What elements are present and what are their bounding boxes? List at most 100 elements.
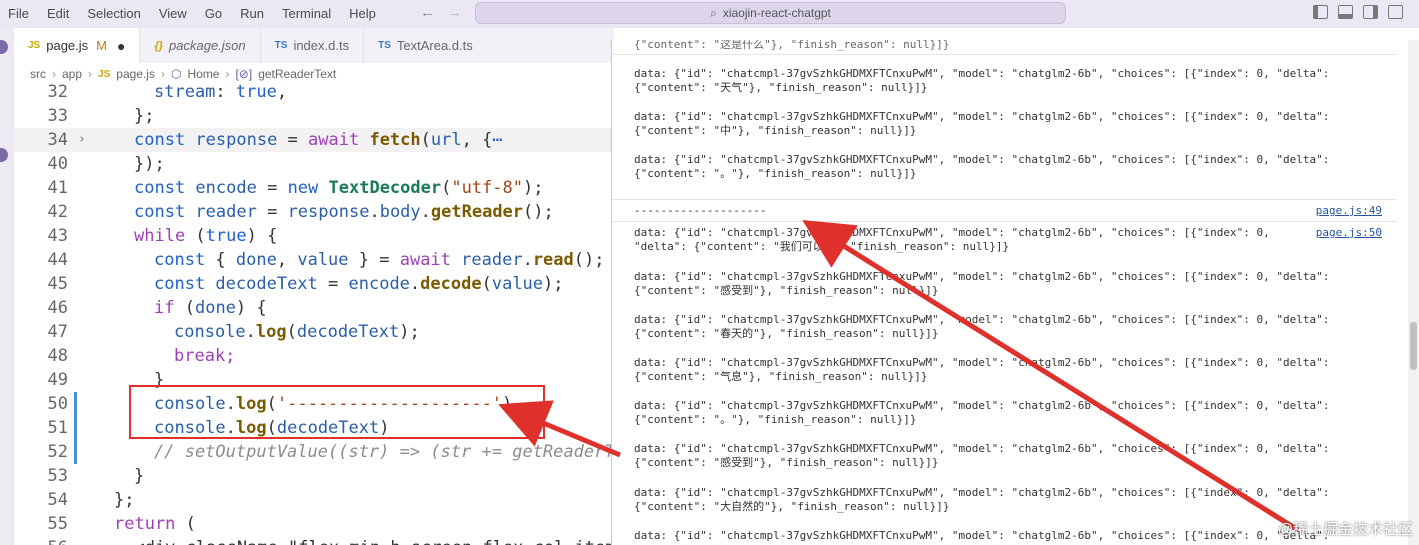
code-line: 46 if (done) { xyxy=(14,296,614,320)
console-separator-message[interactable]: -------------------- xyxy=(634,204,766,218)
code-token: }); xyxy=(134,154,165,174)
code-token: done xyxy=(194,298,236,318)
console-text: {"content": "。"}, "finish_reason": null}… xyxy=(634,167,917,180)
code-token: ); xyxy=(543,274,564,294)
line-number: 45 xyxy=(47,274,68,294)
source-link[interactable]: page.js:50 xyxy=(1316,226,1382,239)
breadcrumb-getreadertext[interactable]: getReaderText xyxy=(258,67,336,81)
code-line: 40}); xyxy=(14,152,614,176)
menu-view[interactable]: View xyxy=(150,0,196,28)
console-text: data: {"id": "chatcmpl-37gvSzhkGHDMXFTCn… xyxy=(634,356,1330,369)
code-token: ); xyxy=(399,322,420,342)
menu-terminal[interactable]: Terminal xyxy=(273,0,340,28)
line-number: 42 xyxy=(47,202,68,222)
chevron-right-icon: › xyxy=(160,67,165,81)
console-text: data: {"id": "chatcmpl-37gvSzhkGHDMXFTCn… xyxy=(634,442,1330,455)
menu-help[interactable]: Help xyxy=(340,0,385,28)
breadcrumb-file[interactable]: page.js xyxy=(116,67,155,81)
console-scrollbar[interactable] xyxy=(1408,40,1419,545)
code-token: encode xyxy=(348,274,410,294)
customize-layout-icon[interactable] xyxy=(1388,5,1403,19)
console-text: {"content": "气息"}, "finish_reason": null… xyxy=(634,370,928,383)
devtools-console[interactable]: {"content": "这是什么"}, "finish_reason": nu… xyxy=(611,40,1408,545)
menu-edit[interactable]: Edit xyxy=(38,0,78,28)
console-text: data: {"id": "chatcmpl-37gvSzhkGHDMXFTCn… xyxy=(634,399,1330,412)
console-message[interactable]: data: {"id": "chatcmpl-37gvSzhkGHDMXFTCn… xyxy=(634,270,1329,298)
folded-ellipsis[interactable]: ⋯ xyxy=(492,130,502,150)
toggle-panel-icon[interactable] xyxy=(1338,5,1353,19)
breadcrumb-src[interactable]: src xyxy=(30,67,46,81)
code-line: 47 console.log(decodeText); xyxy=(14,320,614,344)
forward-arrow-icon[interactable]: → xyxy=(447,4,462,21)
code-token: ( xyxy=(441,178,452,198)
menu-file[interactable]: File xyxy=(0,0,38,28)
tab-page-js[interactable]: JS page.js M ● xyxy=(14,28,141,63)
code-token: log xyxy=(255,322,287,342)
code-token: done xyxy=(235,250,277,270)
command-center[interactable]: ⌕ xiaojin-react-chatgpt xyxy=(475,2,1066,24)
menu-go[interactable]: Go xyxy=(196,0,231,28)
tab-label: page.js xyxy=(46,38,89,53)
line-number: 43 xyxy=(47,226,68,246)
console-message[interactable]: data: {"id": "chatcmpl-37gvSzhkGHDMXFTCn… xyxy=(634,110,1329,138)
code-token: , { xyxy=(461,130,493,150)
code-token: : xyxy=(215,82,236,102)
console-message[interactable]: data: {"id": "chatcmpl-37gvSzhkGHDMXFTCn… xyxy=(634,226,1270,254)
back-arrow-icon[interactable]: ← xyxy=(420,4,435,21)
line-number: 48 xyxy=(47,346,68,366)
console-message[interactable]: data: {"id": "chatcmpl-37gvSzhkGHDMXFTCn… xyxy=(634,399,1329,427)
tab-label: TextArea.d.ts xyxy=(396,38,473,53)
git-change-marker[interactable] xyxy=(74,392,77,416)
code-line: 41 const encode = new TextDecoder("utf-8"… xyxy=(14,176,614,200)
line-number: 51 xyxy=(47,418,68,438)
line-number: 46 xyxy=(47,298,68,318)
line-number: 56 xyxy=(14,536,68,545)
code-token: if xyxy=(154,298,185,318)
code-token: ( xyxy=(286,322,297,342)
unsaved-dot-icon[interactable]: ● xyxy=(117,38,125,54)
tab-textarea-d-ts[interactable]: TS TextArea.d.ts xyxy=(364,28,487,63)
variable-icon: [⊘] xyxy=(235,67,253,81)
console-message[interactable]: data: {"id": "chatcmpl-37gvSzhkGHDMXFTCn… xyxy=(634,486,1329,514)
highlight-box xyxy=(129,385,545,439)
code-line: 48 break; xyxy=(14,344,614,368)
tab-index-d-ts[interactable]: TS index.d.ts xyxy=(261,28,365,63)
git-change-marker[interactable] xyxy=(74,416,77,440)
git-change-marker[interactable] xyxy=(74,440,77,464)
console-message[interactable]: data: {"id": "chatcmpl-37gvSzhkGHDMXFTCn… xyxy=(634,313,1329,341)
code-token: response xyxy=(195,130,278,150)
tab-package-json[interactable]: {} package.json xyxy=(140,28,261,63)
code-editor[interactable]: 32 stream: true, 33}; 34 › const response =… xyxy=(14,82,614,545)
console-message-partial: {"content": "这是什么"}, "finish_reason": nu… xyxy=(634,40,950,51)
code-token: ( xyxy=(481,274,492,294)
activity-explorer-icon[interactable] xyxy=(0,40,8,54)
console-message[interactable]: data: {"id": "chatcmpl-37gvSzhkGHDMXFTCn… xyxy=(634,529,1329,543)
fold-chevron-icon[interactable]: › xyxy=(78,128,86,152)
code-token: , xyxy=(276,250,298,270)
toggle-secondary-sidebar-icon[interactable] xyxy=(1363,5,1378,19)
console-message[interactable]: data: {"id": "chatcmpl-37gvSzhkGHDMXFTCn… xyxy=(634,442,1329,470)
code-token: , xyxy=(276,82,288,102)
breadcrumb-home[interactable]: Home xyxy=(187,67,219,81)
source-link[interactable]: page.js:49 xyxy=(1316,204,1382,217)
line-number: 49 xyxy=(47,370,68,390)
activity-bar xyxy=(0,28,14,545)
console-message[interactable]: data: {"id": "chatcmpl-37gvSzhkGHDMXFTCn… xyxy=(634,67,1329,95)
scrollbar-thumb[interactable] xyxy=(1410,322,1417,370)
code-token: TextDecoder xyxy=(328,178,442,198)
console-message[interactable]: data: {"id": "chatcmpl-37gvSzhkGHDMXFTCn… xyxy=(634,356,1329,384)
activity-extensions-icon[interactable] xyxy=(0,148,8,162)
line-number: 47 xyxy=(47,322,68,342)
divider xyxy=(612,221,1397,222)
menu-selection[interactable]: Selection xyxy=(78,0,149,28)
breadcrumb-app[interactable]: app xyxy=(62,67,82,81)
console-text: data: {"id": "chatcmpl-37gvSzhkGHDMXFTCn… xyxy=(634,486,1330,499)
console-message[interactable]: data: {"id": "chatcmpl-37gvSzhkGHDMXFTCn… xyxy=(634,153,1329,181)
toggle-primary-sidebar-icon[interactable] xyxy=(1313,5,1328,19)
code-token: await xyxy=(399,250,462,270)
menu-run[interactable]: Run xyxy=(231,0,273,28)
console-text: {"content": "中"}, "finish_reason": null}… xyxy=(634,124,917,137)
line-number: 53 xyxy=(47,466,68,486)
code-token: <div className="flex min-h-screen flex-c… xyxy=(114,536,614,545)
line-number: 41 xyxy=(47,178,68,198)
